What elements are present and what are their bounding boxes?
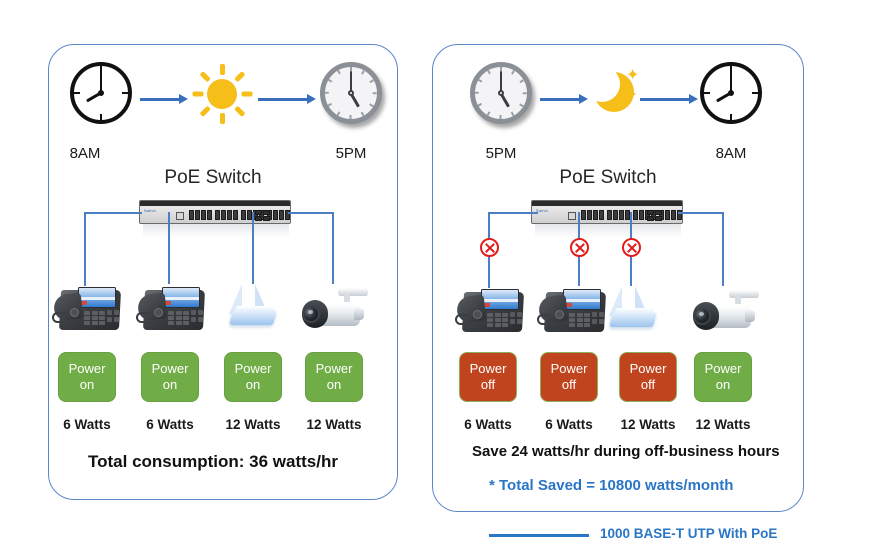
power-badge-day-2[interactable]: Power on — [141, 352, 199, 402]
switch-reflection-night — [535, 224, 681, 238]
power-badge-line1: Power — [68, 360, 106, 376]
power-badge-night-2[interactable]: Power off — [540, 352, 598, 402]
power-badge-day-1[interactable]: Power on — [58, 352, 116, 402]
power-badge-line2: on — [715, 377, 731, 392]
arrow-night-2 — [640, 94, 698, 104]
power-badge-night-3[interactable]: Power off — [619, 352, 677, 402]
power-blocked-x-icon-1 — [480, 238, 499, 257]
cable-day-1-h — [84, 212, 142, 215]
poe-switch-day: Switch — [139, 200, 291, 224]
sun-icon — [190, 62, 254, 126]
arrow-night-1 — [540, 94, 588, 104]
time-label-night-start: 5PM — [485, 145, 517, 162]
cable-night-1-h — [488, 212, 538, 215]
power-badge-night-4[interactable]: Power on — [694, 352, 752, 402]
power-badge-line1: Power — [151, 360, 189, 376]
ip-phone-icon — [537, 284, 607, 334]
cable-day-3-v — [252, 212, 255, 284]
power-badge-line1: Power — [469, 360, 507, 376]
power-badge-line2: off — [480, 377, 496, 392]
cctv-camera-icon — [294, 284, 372, 332]
watts-label-day-1: 6 Watts — [63, 417, 111, 432]
power-badge-line2: on — [326, 377, 342, 392]
save-watts-text: Save 24 watts/hr during off-business hou… — [472, 443, 780, 460]
ip-phone-icon — [455, 284, 525, 334]
switch-title-night: PoE Switch — [559, 167, 657, 188]
arrow-day-2 — [258, 94, 316, 104]
clock-8am-icon — [700, 62, 762, 124]
power-badge-day-3[interactable]: Power on — [224, 352, 282, 402]
power-badge-line2: on — [162, 377, 178, 392]
ip-phone-icon — [136, 282, 206, 332]
power-badge-line1: Power — [704, 360, 742, 376]
power-badge-line1: Power — [234, 360, 272, 376]
power-badge-line2: off — [640, 377, 656, 392]
power-badge-line1: Power — [550, 360, 588, 376]
power-blocked-x-icon-3 — [622, 238, 641, 257]
clock-5pm-icon — [470, 62, 532, 124]
cable-day-4-v — [332, 212, 335, 284]
power-badge-day-4[interactable]: Power on — [305, 352, 363, 402]
access-point-icon — [225, 282, 283, 330]
power-badge-line2: on — [79, 377, 95, 392]
poe-switch-night: Switch — [531, 200, 683, 224]
power-badge-night-1[interactable]: Power off — [459, 352, 517, 402]
clock-8am-icon — [70, 62, 132, 124]
clock-5pm-icon — [320, 62, 382, 124]
watts-label-day-3: 12 Watts — [225, 417, 281, 432]
arrow-day-1 — [140, 94, 188, 104]
cable-day-2-v — [168, 212, 171, 284]
watts-label-night-4: 12 Watts — [695, 417, 751, 432]
power-badge-line1: Power — [629, 360, 667, 376]
watts-label-day-4: 12 Watts — [306, 417, 362, 432]
legend-label: 1000 BASE-T UTP With PoE — [600, 526, 778, 541]
ip-phone-icon — [52, 282, 122, 332]
power-badge-line1: Power — [315, 360, 353, 376]
diagram-canvas: 8AM 5PM PoE Switch Switch Power on Power… — [0, 0, 882, 555]
power-blocked-x-icon-2 — [570, 238, 589, 257]
cable-day-4-h — [288, 212, 334, 215]
total-saved-text: * Total Saved = 10800 watts/month — [489, 477, 734, 494]
access-point-icon — [605, 284, 663, 332]
cctv-camera-icon — [685, 286, 763, 334]
time-label-day-start: 8AM — [69, 145, 101, 162]
power-badge-line2: off — [561, 377, 577, 392]
legend-line-sample — [489, 534, 589, 537]
total-consumption-text: Total consumption: 36 watts/hr — [88, 452, 338, 471]
time-label-day-end: 5PM — [335, 145, 367, 162]
cable-night-4-h — [678, 212, 724, 215]
power-badge-line2: on — [245, 377, 261, 392]
cable-night-4-v — [722, 212, 725, 286]
time-label-night-end: 8AM — [715, 145, 747, 162]
switch-title-day: PoE Switch — [164, 167, 262, 188]
cable-day-1-v — [84, 212, 87, 286]
watts-label-night-1: 6 Watts — [464, 417, 512, 432]
watts-label-day-2: 6 Watts — [146, 417, 194, 432]
watts-label-night-2: 6 Watts — [545, 417, 593, 432]
switch-reflection-day — [143, 224, 289, 238]
